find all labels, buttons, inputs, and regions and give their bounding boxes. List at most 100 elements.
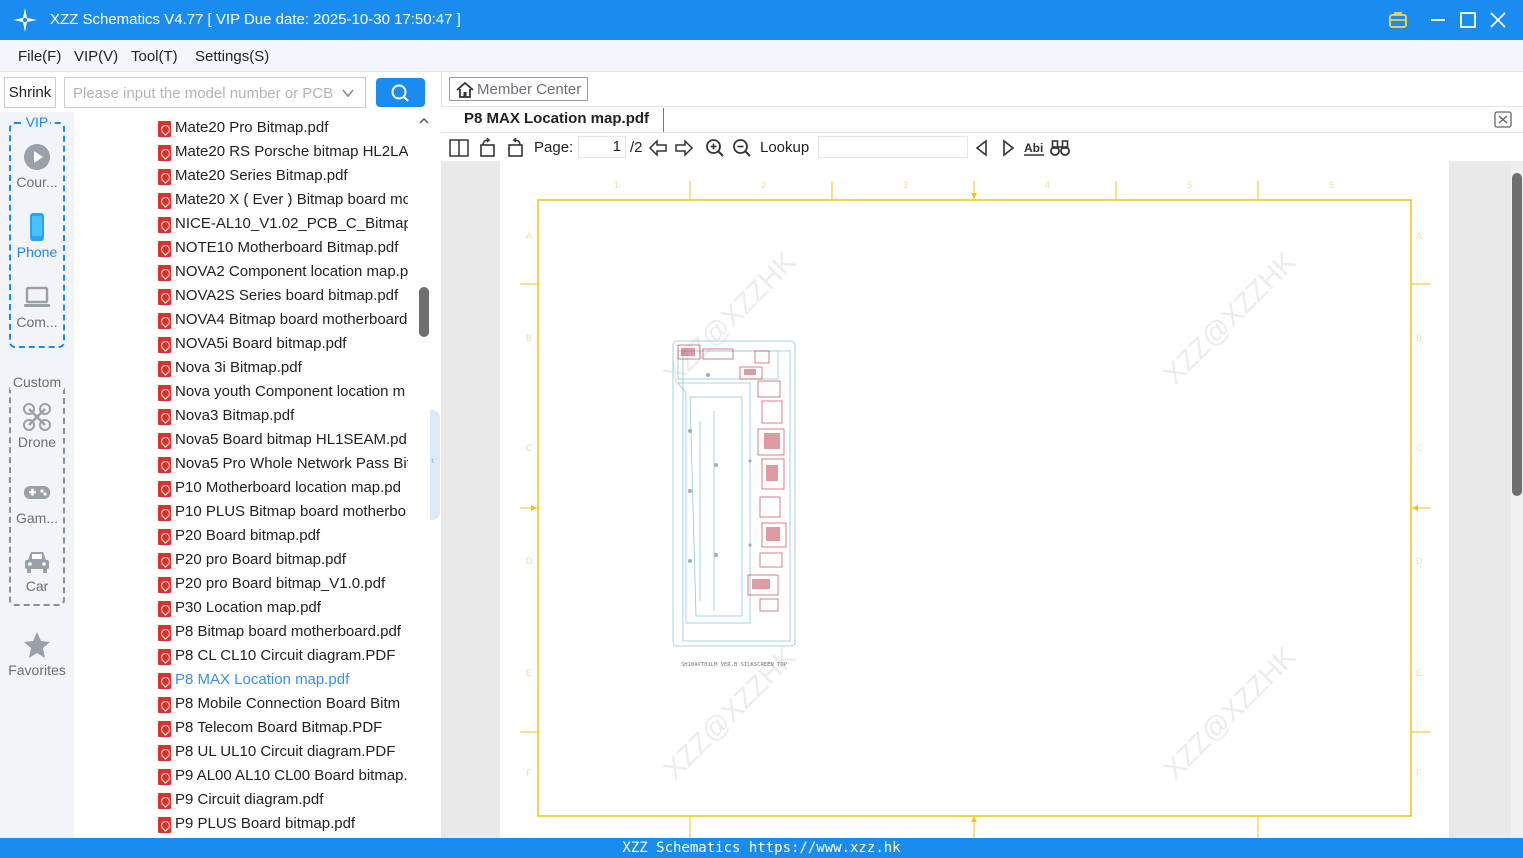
sidebar-toggle-icon[interactable]: [449, 138, 469, 158]
rotate-left-icon[interactable]: [478, 138, 498, 158]
search-button[interactable]: [376, 78, 425, 107]
file-name: P8 Telecom Board Bitmap.PDF: [175, 719, 383, 736]
title-bar[interactable]: XZZ Schematics V4.77 [ VIP Due date: 202…: [0, 0, 1523, 40]
category-game[interactable]: Gam...: [0, 478, 74, 526]
rotate-right-icon[interactable]: [505, 138, 525, 158]
previous-page-icon[interactable]: [648, 138, 668, 158]
member-center-button[interactable]: Member Center: [449, 77, 588, 101]
vip-group-label: VIP: [24, 114, 50, 130]
file-list-item[interactable]: NOVA2 Component location map.p: [158, 261, 408, 285]
xzz-logo-icon: [13, 8, 37, 32]
file-list-item[interactable]: Nova5 Board bitmap HL1SEAM.pd: [158, 429, 408, 453]
file-name: P8 Bitmap board motherboard.pdf: [175, 623, 401, 640]
viewer-scrollbar-thumb[interactable]: [1512, 173, 1522, 496]
file-list-item[interactable]: NOVA2S Series board bitmap.pdf: [158, 285, 408, 309]
menu-file[interactable]: File(F): [18, 48, 61, 65]
menu-tool[interactable]: Tool(T): [131, 48, 178, 65]
pdf-file-icon: [158, 433, 171, 449]
file-list-item[interactable]: NOTE10 Motherboard Bitmap.pdf: [158, 237, 408, 261]
vip-briefcase-icon[interactable]: [1386, 8, 1410, 32]
lookup-input[interactable]: [818, 136, 968, 158]
file-list-item[interactable]: P30 Location map.pdf: [158, 597, 408, 621]
file-list-item[interactable]: Mate20 RS Porsche bitmap HL2LAY: [158, 141, 408, 165]
file-list-item[interactable]: P20 Board bitmap.pdf: [158, 525, 408, 549]
menu-vip[interactable]: VIP(V): [74, 48, 118, 65]
file-list-item[interactable]: Nova 3i Bitmap.pdf: [158, 357, 408, 381]
maximize-icon[interactable]: [1456, 8, 1480, 32]
close-icon[interactable]: [1486, 8, 1510, 32]
pdf-file-icon: [158, 697, 171, 713]
zoom-in-icon[interactable]: [705, 138, 725, 158]
zoom-out-icon[interactable]: [732, 138, 752, 158]
file-list-item[interactable]: P8 Telecom Board Bitmap.PDF: [158, 717, 408, 741]
minimize-icon[interactable]: [1426, 8, 1450, 32]
file-list-item[interactable]: P8 Bitmap board motherboard.pdf: [158, 621, 408, 645]
collapse-panel-handle[interactable]: ‹: [430, 410, 440, 520]
frame-column-label: 3: [903, 180, 908, 190]
category-favorites[interactable]: Favorites: [0, 630, 74, 678]
chevron-down-icon[interactable]: [341, 86, 355, 100]
file-list-item[interactable]: Mate20 X ( Ever ) Bitmap board mo: [158, 189, 408, 213]
file-list-item[interactable]: Mate20 Series Bitmap.pdf: [158, 165, 408, 189]
category-phone-label: Phone: [16, 244, 58, 260]
category-phone[interactable]: Phone: [0, 212, 74, 260]
pdf-file-icon: [158, 553, 171, 569]
frame-row-label: E: [526, 668, 532, 678]
file-list-item[interactable]: NOVA4 Bitmap board motherboard: [158, 309, 408, 333]
file-name: P10 Motherboard location map.pd: [175, 479, 401, 496]
frame-row-label: C: [526, 443, 533, 453]
category-drone[interactable]: Drone: [0, 402, 74, 450]
category-car-label: Car: [25, 578, 49, 594]
file-list-item[interactable]: P9 Circuit diagram.pdf: [158, 789, 408, 813]
viewer-scrollbar[interactable]: [1511, 161, 1523, 838]
file-list-item[interactable]: P10 PLUS Bitmap board motherbo: [158, 501, 408, 525]
tab-document[interactable]: P8 MAX Location map.pdf: [464, 110, 649, 127]
file-list-item[interactable]: P9 AL00 AL10 CL00 Board bitmap.p: [158, 765, 408, 789]
file-list-item[interactable]: Nova5 Pro Whole Network Pass Bit: [158, 453, 408, 477]
play-icon: [24, 144, 50, 170]
category-drone-label: Drone: [17, 434, 57, 450]
match-case-icon[interactable]: Abi: [1024, 138, 1044, 158]
page-number-input[interactable]: 1: [578, 136, 626, 158]
next-page-icon[interactable]: [674, 138, 694, 158]
binoculars-icon[interactable]: [1050, 138, 1070, 158]
pdf-file-icon: [158, 649, 171, 665]
file-list-item[interactable]: P20 pro Board bitmap.pdf: [158, 549, 408, 573]
close-tab-icon[interactable]: [1494, 111, 1512, 128]
lookup-label: Lookup: [760, 139, 810, 156]
file-name: NOVA2 Component location map.p: [175, 263, 408, 280]
category-courses[interactable]: Cour...: [0, 142, 74, 190]
menu-settings[interactable]: Settings(S): [195, 48, 269, 65]
search-input[interactable]: [73, 82, 335, 104]
find-previous-icon[interactable]: [972, 138, 992, 158]
pdf-file-icon: [158, 361, 171, 377]
file-list-item[interactable]: P9 PLUS Board bitmap.pdf: [158, 813, 408, 837]
file-name: Mate20 Series Bitmap.pdf: [175, 167, 348, 184]
file-list-item[interactable]: NOVA5i Board bitmap.pdf: [158, 333, 408, 357]
category-computer[interactable]: Com...: [0, 282, 74, 330]
page-total: /2: [630, 139, 643, 156]
shrink-button[interactable]: Shrink: [4, 77, 56, 108]
file-list-item[interactable]: P8 MAX Location map.pdf: [158, 669, 408, 693]
file-list-item[interactable]: P10 Motherboard location map.pd: [158, 477, 408, 501]
find-next-icon[interactable]: [998, 138, 1018, 158]
scroll-up-arrow-icon[interactable]: [418, 115, 430, 127]
file-list: Mate20 Pro Bitmap.pdf Mate20 RS Porsche b…: [74, 112, 430, 838]
file-list-item[interactable]: Nova3 Bitmap.pdf: [158, 405, 408, 429]
file-list-item[interactable]: Nova youth Component location m: [158, 381, 408, 405]
file-name: NOTE10 Motherboard Bitmap.pdf: [175, 239, 399, 256]
page-label: Page:: [534, 139, 574, 156]
pdf-page[interactable]: 1 2 3 4 5 6 A B C D E F A B C D E F XZZ@…: [500, 161, 1449, 838]
file-list-item[interactable]: P8 Mobile Connection Board Bitm: [158, 693, 408, 717]
custom-group-label: Custom: [10, 374, 64, 390]
category-computer-label: Com...: [16, 314, 58, 330]
pdf-file-icon: [158, 385, 171, 401]
file-list-item[interactable]: P8 CL CL10 Circuit diagram.PDF: [158, 645, 408, 669]
file-list-item[interactable]: P8 UL UL10 Circuit diagram.PDF: [158, 741, 408, 765]
file-list-scrollbar[interactable]: [419, 287, 429, 337]
pdf-file-icon: [158, 529, 171, 545]
file-list-item[interactable]: P20 pro Board bitmap_V1.0.pdf: [158, 573, 408, 597]
file-list-item[interactable]: Mate20 Pro Bitmap.pdf: [158, 117, 408, 141]
category-car[interactable]: Car: [0, 546, 74, 594]
file-list-item[interactable]: NICE-AL10_V1.02_PCB_C_Bitmap(16: [158, 213, 408, 237]
